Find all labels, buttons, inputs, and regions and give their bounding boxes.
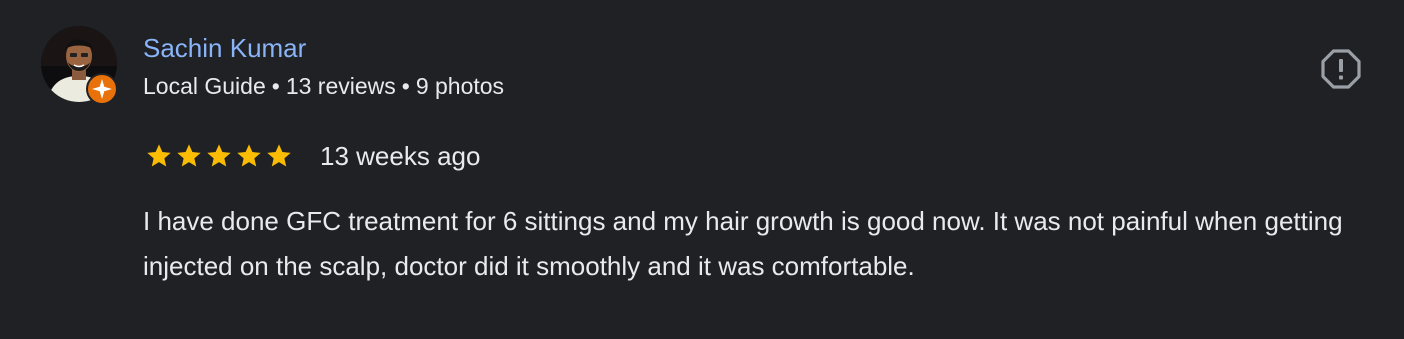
meta-separator: • xyxy=(271,73,280,99)
rating-row: 13 weeks ago xyxy=(145,139,480,173)
review-text: I have done GFC treatment for 6 sittings… xyxy=(143,206,1343,281)
meta-separator: • xyxy=(401,73,410,99)
star-icon xyxy=(147,144,171,167)
local-guide-badge-icon xyxy=(86,73,118,105)
report-flag-icon[interactable] xyxy=(1320,48,1362,90)
reviewer-level: Local Guide xyxy=(143,73,266,99)
reviewer-meta: Local Guide • 13 reviews • 9 photos xyxy=(143,72,504,100)
review-card: Sachin Kumar Local Guide • 13 reviews • 9 ph… xyxy=(0,0,1404,339)
reviewer-name[interactable]: Sachin Kumar xyxy=(143,32,306,64)
star-icon xyxy=(177,144,201,167)
star-icon xyxy=(267,144,291,167)
photos-count: 9 photos xyxy=(415,73,505,99)
star-rating xyxy=(145,142,293,170)
star-icon xyxy=(237,144,261,167)
reviews-count: 13 reviews xyxy=(285,73,396,99)
star-icon xyxy=(207,144,231,167)
review-date: 13 weeks ago xyxy=(320,140,481,171)
